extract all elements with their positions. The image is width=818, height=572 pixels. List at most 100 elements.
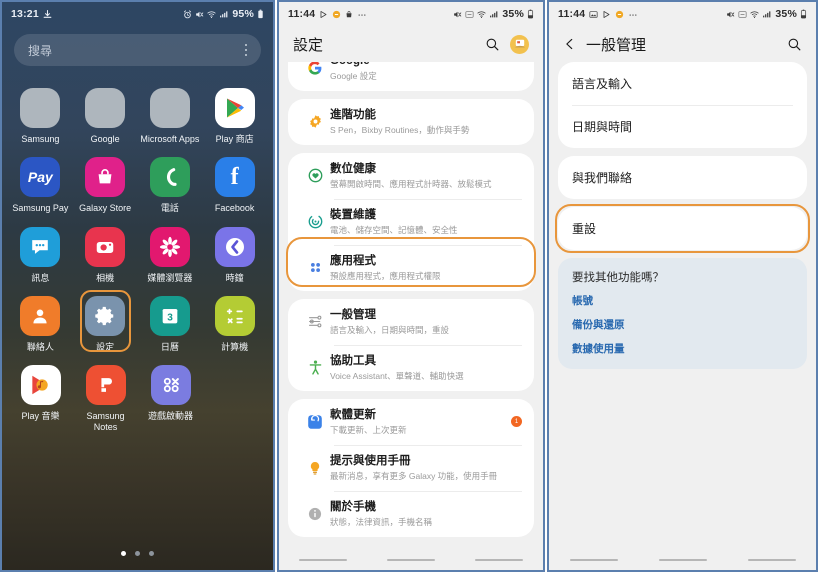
more-icon [628,10,638,19]
folder-icon [149,88,190,128]
app-訊息[interactable]: 訊息 [8,215,73,284]
settings-card: 進階功能 S Pen，Bixby Routines，動作與手勢 [288,98,534,145]
page-dot[interactable] [149,551,154,556]
settings-item-title: 協助工具 [330,354,376,367]
device-care-icon [300,213,330,230]
app-label: Play 音樂 [21,411,60,421]
more-options-icon[interactable] [244,43,247,57]
settings-item-title: 軟體更新 [330,408,376,421]
mute-icon [453,10,462,19]
phone-icon [149,157,190,198]
app-label: Galaxy Store [79,203,132,214]
back-arrow-icon[interactable] [563,37,577,51]
signal-icon [219,10,229,19]
nav-bar-2 [279,550,543,570]
gm-card-1: 語言及輸入 日期與時間 [558,62,807,148]
home-screen: 13:21 95% 搜尋 Samsung Google Microsoft Ap… [2,2,273,570]
status-time: 13:21 [11,8,39,20]
samsung-notes-icon [85,365,126,405]
app-label: 電話 [160,203,179,214]
app-samsung-notes[interactable]: Samsung Notes [73,353,138,434]
digital-wellbeing-icon [300,167,330,184]
play-store-icon [214,88,255,128]
nfc-icon [465,10,474,19]
page-dot[interactable] [121,551,126,556]
app-row: Samsung Google Microsoft Apps Play 商店 [8,76,267,145]
battery-icon [257,9,264,19]
settings-item[interactable]: 提示與使用手冊最新消息，享有更多 Galaxy 功能，使用手冊 [288,444,534,491]
gm-item[interactable]: 語言及輸入 [558,62,807,105]
app-遊戲啟動器[interactable]: 遊戲啟動器 [138,353,203,434]
page-dot[interactable] [135,551,140,556]
gm-item[interactable]: 與我們聯絡 [558,156,807,199]
settings-item[interactable]: GoogleGoogle 設定 [288,62,534,91]
settings-item[interactable]: 進階功能 S Pen，Bixby Routines，動作與手勢 [288,99,534,145]
play-music-icon [20,365,61,405]
settings-card: 軟體更新 下載更新、上次更新 1 提示與使用手冊 最新消息，享有更多 Galaxy 功能… [288,398,534,537]
nav-home[interactable] [658,558,707,562]
other-feature-link[interactable]: 帳號 [572,293,793,308]
app-google[interactable]: Google [73,76,138,145]
wifi-icon [750,10,759,19]
settings-item[interactable]: 協助工具 Voice Assistant、單聲道、輔助快選 [288,344,534,391]
app-play-商店[interactable]: Play 商店 [202,76,267,145]
settings-item-title: 裝置維護 [330,208,376,221]
app-play-音樂[interactable]: Play 音樂 [8,353,73,434]
account-avatar[interactable] [510,34,529,54]
app-label: 媒體瀏覽器 [147,272,193,283]
alarm-icon [183,9,192,19]
bag-icon [345,10,353,19]
calculator-icon [214,295,255,336]
pause-icon [332,10,341,19]
app-samsung[interactable]: Samsung [8,76,73,145]
page-indicator [2,551,273,556]
settings-item[interactable]: 關於手機 狀態，法律資訊，手機名稱 [288,490,534,537]
app-galaxy-store[interactable]: Galaxy Store [73,145,138,214]
settings-item[interactable]: 裝置維護電池、儲存空間、記憶體、安全性 [288,198,534,245]
app-聯絡人[interactable]: 聯絡人 [8,284,73,353]
other-feature-link[interactable]: 備份與還原 [572,317,793,332]
gm-item[interactable]: 日期與時間 [558,105,807,148]
app-facebook[interactable]: f Facebook [202,145,267,214]
folder-icon [20,88,61,128]
search-bar[interactable]: 搜尋 [14,34,261,66]
nav-recents[interactable] [569,558,618,562]
status-time: 11:44 [558,8,586,20]
settings-item[interactable]: 應用程式 預設應用程式，應用程式權限 [288,244,534,291]
settings-item[interactable]: 一般管理 語言及輸入，日期與時間，重設 [288,299,534,345]
app-日曆[interactable]: 3 日曆 [138,284,203,353]
settings-item-subtitle: Voice Assistant、單聲道、輔助快選 [330,370,464,381]
settings-item[interactable]: 軟體更新 下載更新、上次更新 1 [288,399,534,445]
app-label: Samsung [21,134,60,144]
general-management-list: 語言及輸入 日期與時間 與我們聯絡 重設 要找其他功能嗎？ 帳號 備份與還原 數據使用… [549,62,816,369]
search-icon[interactable] [787,37,802,52]
settings-item-subtitle: S Pen，Bixby Routines，動作與手勢 [330,124,470,135]
nav-back[interactable] [475,558,523,562]
app-計算機[interactable]: 計算機 [202,284,267,353]
app-microsoft-apps[interactable]: Microsoft Apps [138,76,203,145]
app-時鐘[interactable]: 時鐘 [202,215,267,284]
app-設定[interactable]: 設定 [73,284,138,353]
settings-item-title: 提示與使用手冊 [330,454,411,467]
nav-recents[interactable] [299,558,347,562]
app-row: Pay Samsung Pay Galaxy Store 電話 f Facebook [8,145,267,214]
apps-icon [300,260,330,275]
app-samsung-pay[interactable]: Pay Samsung Pay [8,145,73,214]
settings-item-title: Google [330,62,522,69]
general-management-screen: 11:44 35% 一般管理 語言及輸入 日期與時間 與我們聯絡 重設 要找其他… [549,2,816,570]
app-相機[interactable]: 相機 [73,215,138,284]
gm-item[interactable]: 重設 [558,207,807,250]
app-媒體瀏覽器[interactable]: 媒體瀏覽器 [138,215,203,284]
other-feature-link[interactable]: 數據使用量 [572,341,793,356]
settings-item-subtitle: 電池、儲存空間、記憶體、安全性 [330,224,458,235]
app-電話[interactable]: 電話 [138,145,203,214]
battery-percent: 35% [775,8,797,20]
samsung-pay-icon: Pay [20,157,61,198]
about-phone-icon [300,506,330,522]
search-icon[interactable] [485,37,500,52]
status-bar-2: 11:44 35% [279,2,543,26]
settings-item-subtitle: 最新消息，享有更多 Galaxy 功能，使用手冊 [330,470,498,481]
nav-back[interactable] [747,558,796,562]
settings-item[interactable]: 數位健康 螢幕開啟時間、應用程式計時器、放鬆模式 [288,153,534,199]
nav-home[interactable] [387,558,435,562]
